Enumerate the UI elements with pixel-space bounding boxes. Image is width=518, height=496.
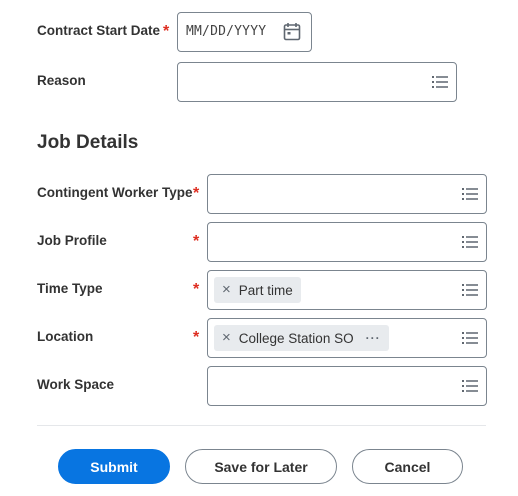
- pill-label: College Station SO: [238, 330, 354, 346]
- required-indicator: *: [193, 233, 200, 250]
- remove-selection-icon[interactable]: ×: [222, 277, 231, 303]
- required-indicator: *: [193, 329, 200, 346]
- calendar-icon[interactable]: [283, 22, 301, 41]
- prompt-list-icon[interactable]: [462, 187, 478, 201]
- date-placeholder: MM/DD/YYYY: [186, 24, 267, 39]
- job-profile-input[interactable]: [207, 222, 487, 262]
- reason-input[interactable]: [177, 62, 457, 102]
- prompt-list-icon[interactable]: [432, 75, 448, 89]
- time-type-input[interactable]: × Part time: [207, 270, 487, 310]
- remove-selection-icon[interactable]: ×: [222, 325, 231, 351]
- job-profile-label: Job Profile: [37, 233, 107, 248]
- required-indicator: *: [193, 185, 200, 202]
- contingent-worker-type-input[interactable]: [207, 174, 487, 214]
- selected-pill-location: × College Station SO ···: [214, 325, 389, 351]
- selected-pill-part-time: × Part time: [214, 277, 301, 303]
- prompt-list-icon[interactable]: [462, 331, 478, 345]
- contract-start-date-label: Contract Start Date: [37, 23, 161, 38]
- prompt-list-icon[interactable]: [462, 235, 478, 249]
- work-space-label: Work Space: [37, 377, 115, 392]
- reason-label: Reason: [37, 73, 86, 88]
- cancel-button[interactable]: Cancel: [352, 449, 463, 484]
- time-type-label: Time Type: [37, 281, 103, 296]
- required-indicator: *: [163, 23, 170, 40]
- location-label: Location: [37, 329, 94, 344]
- footer-divider: [37, 425, 486, 426]
- job-details-heading: Job Details: [37, 132, 139, 153]
- save-for-later-button[interactable]: Save for Later: [185, 449, 337, 484]
- more-options-icon[interactable]: ···: [366, 331, 381, 345]
- prompt-list-icon[interactable]: [462, 379, 478, 393]
- contingent-worker-type-label: Contingent Worker Type: [37, 185, 193, 200]
- pill-label: Part time: [238, 282, 293, 298]
- contract-start-date-input[interactable]: MM/DD/YYYY: [177, 12, 312, 52]
- required-indicator: *: [193, 281, 200, 298]
- prompt-list-icon[interactable]: [462, 283, 478, 297]
- location-input[interactable]: × College Station SO ···: [207, 318, 487, 358]
- work-space-input[interactable]: [207, 366, 487, 406]
- submit-button[interactable]: Submit: [58, 449, 170, 484]
